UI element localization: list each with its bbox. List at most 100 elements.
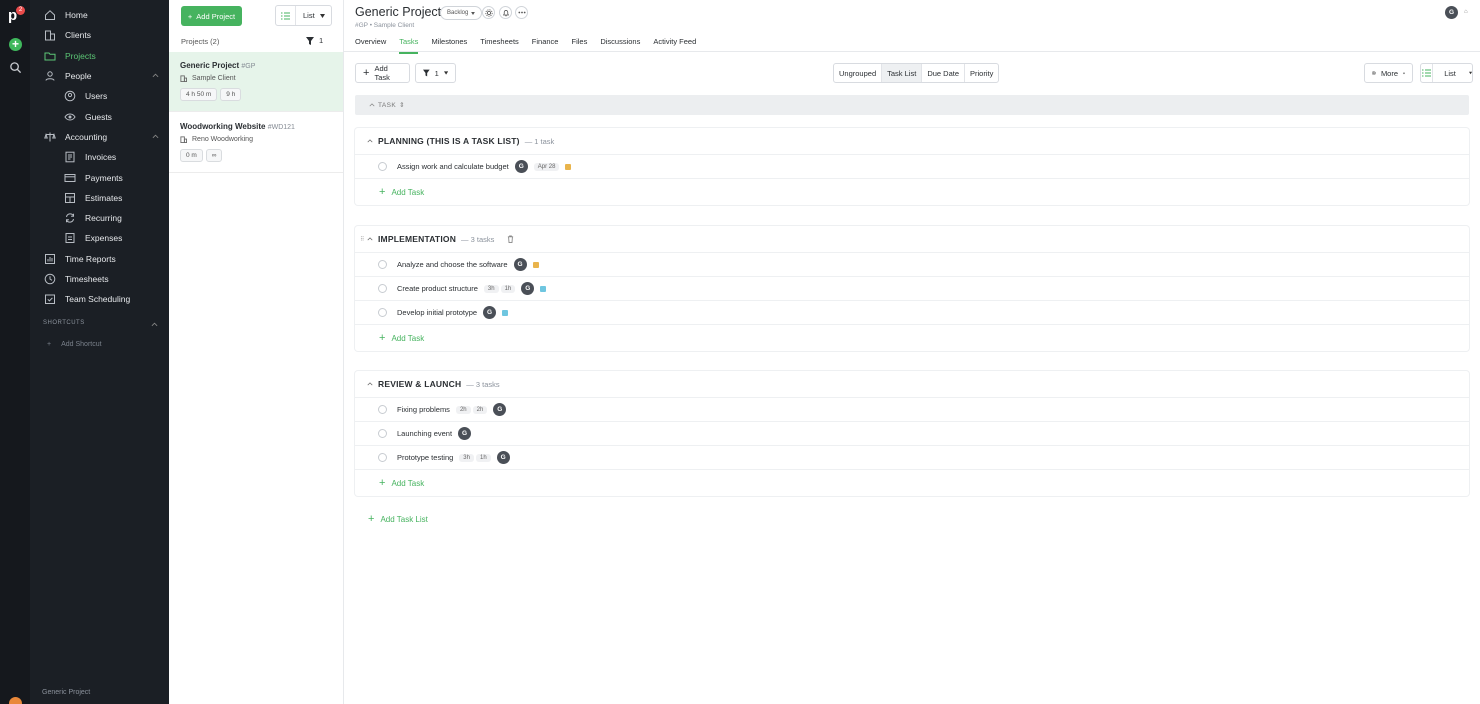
tab-finance[interactable]: Finance (532, 37, 559, 54)
sidebar-item-time-reports[interactable]: Time Reports (30, 249, 169, 269)
more-dropdown[interactable]: More (1364, 63, 1413, 83)
sidebar-item-recurring[interactable]: Recurring (30, 208, 169, 228)
assignee-avatar[interactable]: G (514, 160, 528, 173)
assignee-avatar[interactable]: G (483, 306, 497, 319)
group-ungrouped[interactable]: Ungrouped (834, 64, 883, 82)
task-list-name: PLANNING (THIS IS A TASK LIST) (378, 136, 520, 146)
sidebar-item-payments[interactable]: Payments (30, 168, 169, 188)
add-task-label: Add Task (374, 64, 390, 82)
user-avatar-icon[interactable] (9, 697, 22, 704)
tab-overview[interactable]: Overview (355, 37, 386, 54)
group-due-date[interactable]: Due Date (922, 64, 965, 82)
assignee-avatar[interactable]: G (496, 451, 510, 464)
sidebar-item-clients[interactable]: Clients (30, 25, 169, 45)
task-checkbox[interactable] (378, 162, 387, 171)
task-list-header[interactable]: REVIEW & LAUNCH — 3 tasks (355, 371, 1469, 398)
task-row[interactable]: Develop initial prototype G (355, 301, 1469, 325)
add-task-inline-button[interactable]: + Add Task (355, 470, 1469, 496)
group-task-list[interactable]: Task List (882, 64, 923, 82)
quick-add-icon[interactable]: + (9, 38, 22, 51)
sidebar-footer-project[interactable]: Generic Project (42, 689, 90, 696)
task-checkbox[interactable] (378, 405, 387, 414)
search-icon[interactable] (9, 61, 22, 74)
sidebar-item-invoices[interactable]: Invoices (30, 147, 169, 167)
add-task-label: Add Task (391, 187, 425, 197)
group-priority[interactable]: Priority (965, 64, 998, 82)
task-row[interactable]: Prototype testing 3h 1h G (355, 446, 1469, 470)
task-checkbox[interactable] (378, 429, 387, 438)
sidebar-item-people[interactable]: People (30, 66, 169, 86)
sidebar-item-guests[interactable]: Guests (30, 107, 169, 127)
task-filter-button[interactable]: 1 (415, 63, 456, 83)
sidebar-item-home[interactable]: Home (30, 5, 169, 25)
add-project-button[interactable]: + Add Project (181, 6, 242, 26)
trash-icon[interactable] (507, 235, 514, 243)
tab-discussions[interactable]: Discussions (600, 37, 640, 54)
more-label: More (1380, 68, 1399, 78)
project-view-selector[interactable]: List (275, 5, 332, 26)
task-checkbox[interactable] (378, 284, 387, 293)
task-row[interactable]: Fixing problems 2h 2h G (355, 398, 1469, 422)
chevron-up-icon[interactable] (367, 382, 373, 386)
tab-activity-feed[interactable]: Activity Feed (653, 37, 696, 54)
filter-count: 1 (319, 36, 324, 45)
task-view-selector[interactable]: List (1420, 63, 1473, 83)
assignee-avatar[interactable]: G (493, 403, 507, 416)
chevron-up-icon[interactable] (152, 72, 159, 79)
chevron-up-icon[interactable] (151, 321, 158, 328)
time-estimate-chip: 9 h (220, 88, 242, 101)
sidebar-item-accounting[interactable]: Accounting (30, 127, 169, 147)
tab-files[interactable]: Files (571, 37, 587, 54)
task-row[interactable]: Analyze and choose the software G (355, 253, 1469, 277)
add-task-label: Add Task (391, 478, 425, 488)
add-shortcut-link[interactable]: + Add Shortcut (47, 341, 102, 348)
sidebar-item-label: Home (65, 10, 88, 20)
assignee-avatar[interactable]: G (513, 258, 527, 271)
add-task-button[interactable]: + Add Task (355, 63, 410, 83)
notifications-button[interactable] (499, 6, 512, 19)
task-row[interactable]: Assign work and calculate budget G Apr 2… (355, 155, 1469, 179)
more-options-button[interactable] (515, 6, 528, 19)
sidebar-item-users[interactable]: Users (30, 86, 169, 106)
drag-handle-icon[interactable]: ⠿ (360, 236, 364, 243)
task-row[interactable]: Create product structure 3h 1h G (355, 277, 1469, 301)
user-menu-icon[interactable]: ⌂ (1464, 9, 1468, 15)
task-list-planning: PLANNING (THIS IS A TASK LIST) — 1 task … (355, 128, 1469, 205)
chevron-up-icon (369, 103, 375, 107)
sidebar-item-label: Team Scheduling (65, 294, 131, 304)
project-card[interactable]: Woodworking Website #WD121 Reno Woodwork… (169, 113, 343, 173)
clients-icon (43, 28, 57, 42)
sidebar-item-team-scheduling[interactable]: Team Scheduling (30, 289, 169, 309)
project-filter-button[interactable]: 1 (306, 36, 323, 45)
task-checkbox[interactable] (378, 308, 387, 317)
user-avatar[interactable]: G (1445, 6, 1458, 19)
chevron-up-icon[interactable] (367, 237, 373, 241)
sidebar-item-expenses[interactable]: Expenses (30, 228, 169, 248)
task-checkbox[interactable] (378, 453, 387, 462)
add-task-list-button[interactable]: + Add Task List (368, 513, 428, 525)
sidebar-item-estimates[interactable]: Estimates (30, 188, 169, 208)
task-list-header[interactable]: PLANNING (THIS IS A TASK LIST) — 1 task (355, 128, 1469, 155)
chevron-up-icon[interactable] (367, 139, 373, 143)
task-row[interactable]: Launching event G (355, 422, 1469, 446)
task-column-header[interactable]: TASK ⇕ (355, 95, 1469, 115)
task-name: Develop initial prototype (397, 308, 478, 317)
add-task-inline-button[interactable]: + Add Task (355, 179, 1469, 205)
task-checkbox[interactable] (378, 260, 387, 269)
sidebar-item-timesheets[interactable]: Timesheets (30, 269, 169, 289)
project-card[interactable]: Generic Project #GP Sample Client 4 h 50… (169, 52, 343, 112)
tab-tasks[interactable]: Tasks (399, 37, 419, 54)
task-name: Create product structure (397, 284, 478, 293)
sidebar-item-projects[interactable]: Projects (30, 46, 169, 66)
settings-button[interactable] (482, 6, 495, 19)
tab-timesheets[interactable]: Timesheets (480, 37, 519, 54)
assignee-avatar[interactable]: G (521, 282, 535, 295)
task-list-header[interactable]: IMPLEMENTATION — 3 tasks (355, 226, 1469, 253)
add-task-inline-button[interactable]: + Add Task (355, 325, 1469, 351)
tab-milestones[interactable]: Milestones (431, 37, 467, 54)
chevron-up-icon[interactable] (152, 133, 159, 140)
assignee-avatar[interactable]: G (458, 427, 472, 440)
list-view-icon (1421, 64, 1434, 82)
status-dropdown[interactable]: Backlog (440, 6, 483, 20)
receipt-icon (63, 231, 77, 245)
